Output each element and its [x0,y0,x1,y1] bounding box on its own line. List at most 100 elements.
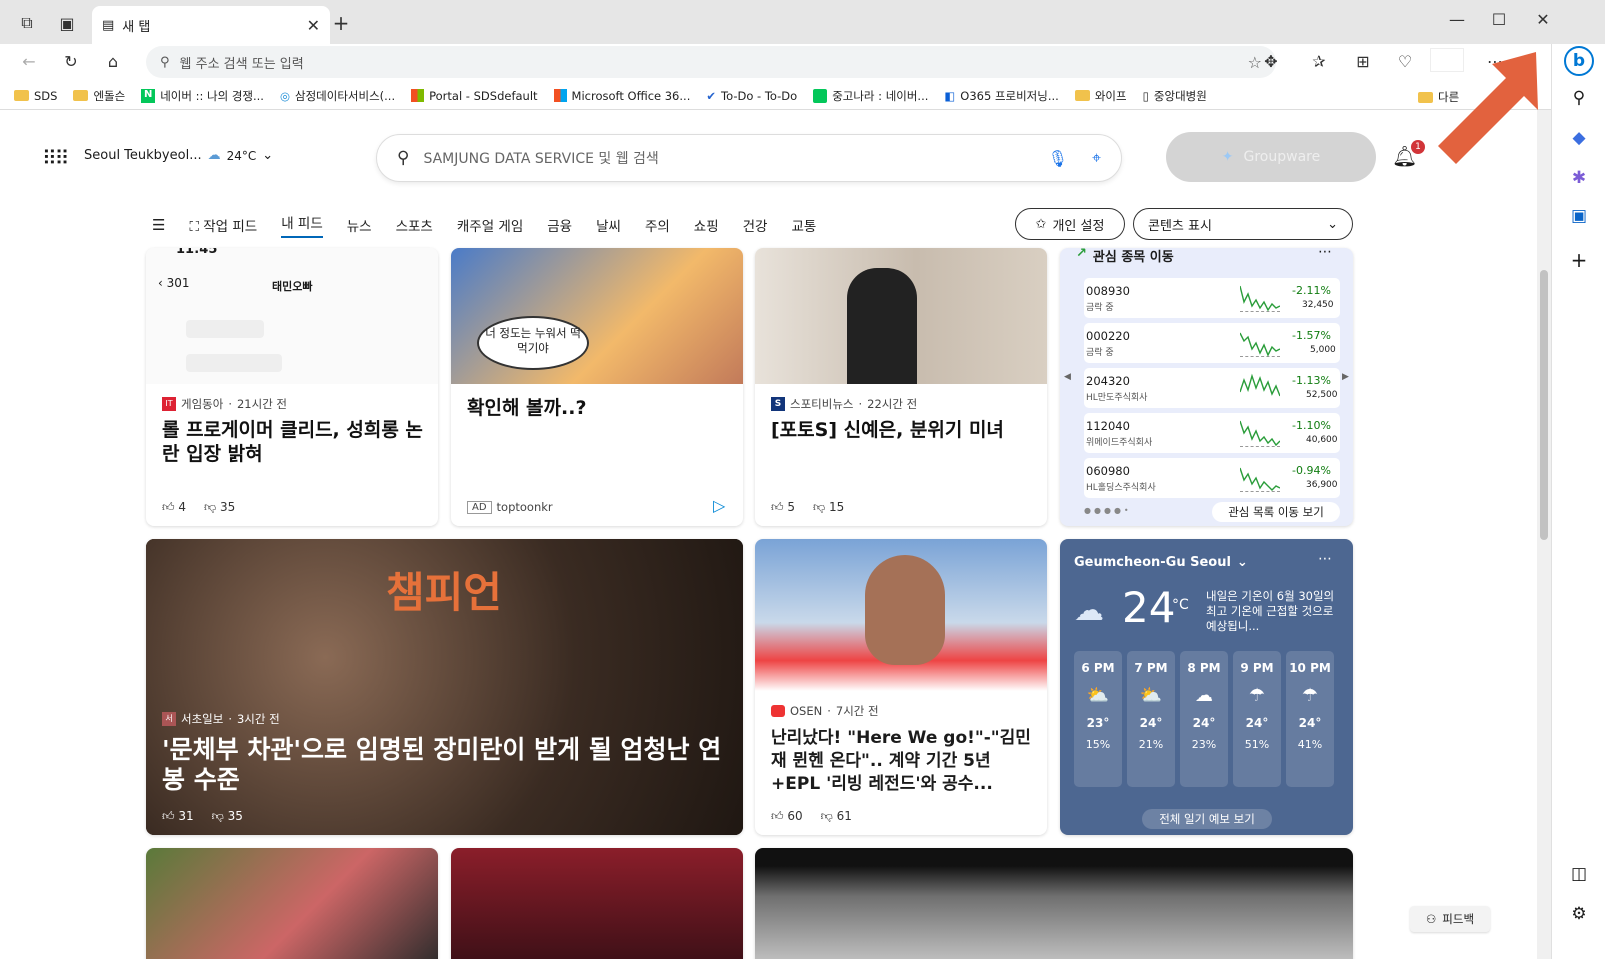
bookmark-item[interactable]: 엔돌슨 [73,88,125,104]
address-bar[interactable]: ⚲ 웹 주소 검색 또는 입력 ☆ [146,46,1276,78]
app-launcher-icon[interactable]: ⠿⠿ [42,146,69,170]
copilot-icon[interactable]: ✱ [1552,168,1605,188]
microphone-icon[interactable]: 🎙 [1048,149,1068,168]
weather-location[interactable]: Seoul Teukbyeol... ☁ 24°C ⌄ [84,148,273,163]
weather-widget[interactable]: Geumcheon-Gu Seoul ⌄ ⋯ ☁ 24 °C 내일은 기온이 6월… [1060,539,1353,835]
stock-row[interactable]: 204320 HL만도주식회사 -1.13% 52,500 [1084,368,1340,408]
stock-row[interactable]: 112040 위메이드주식회사 -1.10% 40,600 [1084,413,1340,453]
prev-arrow-icon[interactable]: ◀ [1064,372,1071,382]
bookmark-item[interactable]: ✔ To-Do - To-Do [706,89,797,103]
hourly-forecast[interactable]: 7 PM ⛅ 24° 21% [1127,651,1175,787]
dislike-button[interactable]: 👎︎ 15 [813,500,844,515]
page-scrollbar[interactable] [1537,110,1551,959]
stock-row[interactable]: 060980 HL홀딩스주식회사 -0.94% 36,900 [1084,458,1340,498]
news-card-partial[interactable] [451,848,743,959]
card-title[interactable]: 확인해 볼까..? [467,396,731,420]
news-card[interactable]: 11:45 ‹ 301 태민오빠 IT 게임동아 · 21시간 전 롤 프로게이머 클… [146,248,438,526]
close-tab-icon[interactable]: ✕ [307,16,320,35]
personalize-button[interactable]: ✩ 개인 설정 [1015,208,1125,240]
maximize-icon[interactable]: ☐ [1486,6,1512,32]
more-options-icon[interactable]: ⋯ [1318,248,1332,260]
refresh-icon[interactable]: ↻ [58,48,84,74]
stock-row[interactable]: 008930 금락 중 -2.11% 32,450 [1084,278,1340,318]
nav-weather[interactable]: 날씨 [596,215,621,235]
workspaces-icon[interactable]: ⧉ [14,10,40,36]
bookmark-item[interactable]: Portal - SDSdefault [411,89,538,103]
next-arrow-icon[interactable]: ▶ [1342,372,1349,382]
nav-my-feed[interactable]: 내 피드 [281,212,323,238]
hourly-forecast[interactable]: 6 PM ⛅ 23° 15% [1074,651,1122,787]
hourly-forecast[interactable]: 9 PM ☂ 24° 51% [1233,651,1281,787]
like-button[interactable]: 👍︎ 60 [771,809,803,824]
news-card-partial[interactable] [755,848,1353,959]
vertical-tabs-icon[interactable]: ▣ [54,10,80,36]
ad-card[interactable]: 너 정도는 누워서 떡 먹기야 확인해 볼까..? AD toptoonkr ▷ [451,248,743,526]
nav-sports[interactable]: 스포츠 [396,215,433,235]
search-icon[interactable]: ⚲ [1552,88,1605,108]
visual-search-icon[interactable]: ⌖ [1092,148,1101,168]
card-title[interactable]: 롤 프로게이머 클리드, 성희롱 논란 입장 밝혀 [162,418,426,466]
weather-note[interactable]: 내일은 기온이 6월 30일의 최고 기온에 근접할 것으로 예상됩니... [1206,589,1336,635]
full-forecast-button[interactable]: 전체 일기 예보 보기 [1142,809,1272,829]
dislike-button[interactable]: 👎︎ 61 [821,809,852,824]
health-icon[interactable]: ♡ [1392,48,1418,74]
weather-location[interactable]: Geumcheon-Gu Seoul ⌄ [1074,555,1248,570]
minimize-icon[interactable]: — [1444,6,1470,32]
card-title[interactable]: 난리났다! "Here We go!"-"김민재 뮌헨 온다".. 계약 기간 … [771,727,1035,797]
scrollbar-thumb[interactable] [1540,270,1548,540]
news-card[interactable]: OSEN · 7시간 전 난리났다! "Here We go!"-"김민재 뮌헨 온… [755,539,1047,835]
web-search-box[interactable]: ⚲ SAMJUNG DATA SERVICE 및 웹 검색 🎙 ⌖ [376,134,1122,182]
nav-news[interactable]: 뉴스 [347,215,372,235]
extensions-icon[interactable]: ✥ [1258,48,1284,74]
groupware-button[interactable]: ✦ Groupware [1166,132,1376,182]
feedback-button[interactable]: ⚇ 피드백 [1410,906,1490,932]
news-card-partial[interactable] [146,848,438,959]
hourly-forecast[interactable]: 8 PM ☁ 24° 23% [1180,651,1228,787]
news-card[interactable]: S 스포티비뉴스 · 22시간 전 [포토S] 신예은, 분위기 미녀 👍︎ 5 👎︎ … [755,248,1047,526]
hero-news-card[interactable]: 챔피언 서 서초일보 · 3시간 전 '문체부 차관'으로 임명된 장미란이 받게 될… [146,539,743,835]
like-button[interactable]: 👍︎ 31 [162,809,194,824]
nav-work-feed[interactable]: ⛶ 작업 피드 [189,215,257,235]
like-button[interactable]: 👍︎ 5 [771,500,795,515]
card-title[interactable]: '문체부 차관'으로 임명된 장미란이 받게 될 엄청난 연봉 수준 [162,735,722,795]
nav-attention[interactable]: 주의 [645,215,670,235]
add-icon[interactable]: + [1552,248,1605,272]
hourly-forecast[interactable]: 10 PM ☂ 24° 41% [1286,651,1334,787]
dislike-button[interactable]: 👎︎ 35 [204,500,235,515]
content-display-dropdown[interactable]: 콘텐츠 표시 ⌄ [1133,208,1353,240]
bookmark-item[interactable]: ◎ 삼정데이타서비스(... [280,88,395,104]
new-tab-icon[interactable]: + [328,10,354,36]
back-icon[interactable]: ← [16,48,42,74]
bing-chat-icon[interactable]: b [1552,46,1605,76]
favorites-icon[interactable]: ✰ [1306,48,1332,74]
nav-finance[interactable]: 금융 [547,215,572,235]
bookmark-item[interactable]: ◧ O365 프로비저닝... [944,88,1058,104]
bookmark-item[interactable]: 중고나라 : 네이버... [813,88,928,104]
dislike-button[interactable]: 👎︎ 35 [212,809,243,824]
bookmark-item[interactable]: N 네이버 :: 나의 경쟁... [141,88,264,104]
bookmark-item[interactable]: Microsoft Office 36... [553,89,690,103]
outlook-icon[interactable]: ▣ [1552,206,1605,226]
view-watchlist-button[interactable]: 관심 목록 이동 보기 [1212,502,1340,522]
close-window-icon[interactable]: ✕ [1530,6,1556,32]
stock-row[interactable]: 000220 금락 중 -1.57% 5,000 [1084,323,1340,363]
bookmark-item[interactable]: 와이프 [1074,88,1127,104]
like-button[interactable]: 👍︎ 4 [162,500,186,515]
bookmark-item[interactable]: SDS [14,89,57,103]
card-title[interactable]: [포토S] 신예은, 분위기 미녀 [771,418,1035,442]
sidebar-toggle-icon[interactable]: ◫ [1552,864,1605,884]
nav-shopping[interactable]: 쇼핑 [694,215,719,235]
more-options-icon[interactable]: ⋯ [1318,551,1332,567]
tab-new-tab[interactable]: ▤ 새 탭 ✕ [92,6,330,44]
nav-casual-games[interactable]: 캐주얼 게임 [457,215,523,235]
home-icon[interactable]: ⌂ [100,48,126,74]
hamburger-menu-icon[interactable]: ☰ [152,216,165,234]
collections-icon[interactable]: ⊞ [1350,48,1376,74]
page-dots[interactable]: ●●●●• [1084,506,1132,515]
nav-traffic[interactable]: 교통 [791,215,816,235]
tag-icon[interactable]: ◆ [1552,128,1605,148]
adchoices-icon[interactable]: ▷ [713,496,725,515]
bookmark-item[interactable]: ▯ 중앙대병원 [1143,88,1207,104]
settings-gear-icon[interactable]: ⚙ [1552,904,1605,924]
nav-health[interactable]: 건강 [743,215,768,235]
